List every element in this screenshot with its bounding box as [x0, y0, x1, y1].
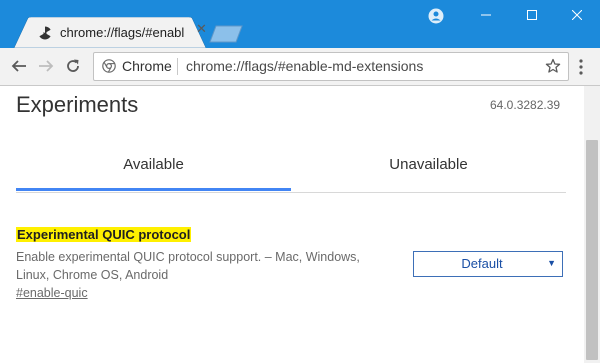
minimize-icon[interactable]: [463, 0, 509, 30]
profile-icon[interactable]: [428, 8, 444, 24]
back-arrow-icon[interactable]: [9, 56, 29, 76]
close-icon[interactable]: ✕: [196, 21, 207, 37]
experiment-link[interactable]: #enable-quic: [16, 286, 88, 300]
tab-unavailable[interactable]: Unavailable: [291, 150, 566, 190]
browser-toolbar: Chrome chrome://flags/#enable-md-extensi…: [0, 48, 600, 86]
experiment-title: Experimental QUIC protocol: [16, 227, 192, 242]
selected-tab-indicator: [16, 188, 291, 191]
chrome-logo-icon: [102, 59, 116, 73]
window-close-icon[interactable]: [554, 0, 600, 30]
forward-arrow-icon[interactable]: [36, 56, 56, 76]
title-bar: chrome://flags/#enable-m ✕: [0, 0, 600, 48]
url-text[interactable]: chrome://flags/#enable-md-extensions: [186, 58, 423, 74]
reload-icon[interactable]: [63, 56, 83, 76]
experiment-description: Enable experimental QUIC protocol suppor…: [16, 250, 360, 282]
experiment-state-select[interactable]: Default ▼: [413, 251, 563, 277]
scrollbar-thumb[interactable]: [586, 140, 598, 360]
version-label: 64.0.3282.39: [490, 98, 561, 112]
select-value: Default: [461, 256, 503, 271]
flags-tab-strip: Available Unavailable: [16, 150, 566, 193]
address-bar[interactable]: Chrome chrome://flags/#enable-md-extensi…: [93, 52, 569, 81]
bookmark-star-icon[interactable]: [545, 58, 561, 74]
maximize-icon[interactable]: [509, 0, 555, 30]
new-tab-button[interactable]: [208, 25, 244, 43]
radiation-icon: [39, 26, 51, 40]
page-title: Experiments: [16, 92, 139, 117]
tab-title: chrome://flags/#enable-m: [60, 25, 184, 40]
browser-tab[interactable]: chrome://flags/#enable-m ✕: [14, 17, 207, 48]
kebab-menu-icon[interactable]: [578, 58, 584, 76]
chevron-down-icon: ▼: [547, 258, 556, 268]
omnibox-divider: [177, 58, 178, 75]
site-chip: Chrome: [122, 58, 172, 74]
flags-page: Experiments 64.0.3282.39 Available Unava…: [0, 86, 584, 363]
tab-available[interactable]: Available: [16, 150, 291, 190]
